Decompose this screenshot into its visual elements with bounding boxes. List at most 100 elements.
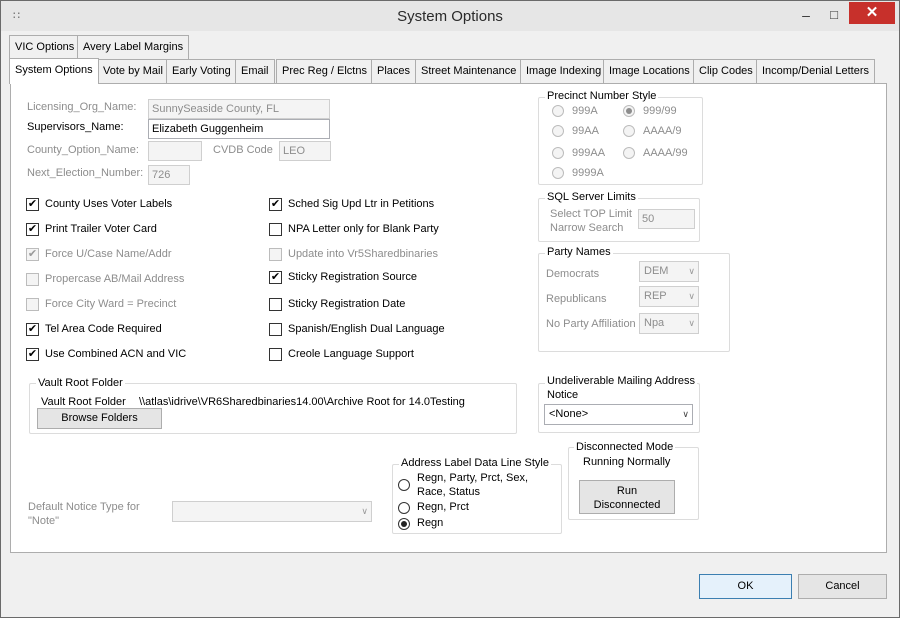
sql-limit-field[interactable]: 50 bbox=[638, 209, 695, 229]
address-label-regn-prct: Regn, Prct bbox=[417, 501, 469, 513]
sticky-registration-source-checkbox[interactable]: ✔ bbox=[269, 271, 282, 284]
tab-places[interactable]: Places bbox=[371, 59, 417, 83]
update-into-vr5-label: Update into Vr5Sharedbinaries bbox=[288, 248, 439, 260]
system-options-window: ∷ System Options – □ ✕ VIC Options Avery… bbox=[0, 0, 900, 618]
no-party-value: Npa bbox=[644, 317, 665, 329]
cancel-button[interactable]: Cancel bbox=[798, 574, 887, 599]
chevron-down-icon: ∨ bbox=[688, 266, 695, 276]
sched-sig-upd-ltr-checkbox[interactable]: ✔ bbox=[269, 198, 282, 211]
tel-area-code-required-checkbox[interactable]: ✔ bbox=[26, 323, 39, 336]
force-ucase-name-addr-label: Force U/Case Name/Addr bbox=[45, 248, 172, 260]
tab-vote-by-mail[interactable]: Vote by Mail bbox=[97, 59, 169, 83]
precinct-label-999aa: 999AA bbox=[572, 147, 606, 159]
run-disconnected-button[interactable]: Run Disconnected bbox=[579, 480, 675, 514]
republicans-combo[interactable]: REP ∨ bbox=[639, 286, 699, 307]
address-label-title: Address Label Data Line Style bbox=[399, 457, 551, 469]
creole-language-checkbox[interactable] bbox=[269, 348, 282, 361]
narrow-search-label: Narrow Search bbox=[550, 222, 624, 234]
democrats-value: DEM bbox=[644, 265, 669, 277]
sql-limits-title: SQL Server Limits bbox=[545, 191, 638, 203]
precinct-radio-aaaa-9[interactable] bbox=[623, 125, 635, 137]
precinct-radio-aaaa-99[interactable] bbox=[623, 147, 635, 159]
npa-letter-blank-party-label: NPA Letter only for Blank Party bbox=[288, 223, 439, 235]
tel-area-code-required-label: Tel Area Code Required bbox=[45, 323, 162, 335]
default-notice-combo[interactable]: ∨ bbox=[172, 501, 372, 522]
county-option-label: County_Option_Name: bbox=[27, 144, 139, 156]
republicans-label: Republicans bbox=[546, 293, 607, 305]
party-names-title: Party Names bbox=[545, 246, 613, 258]
tab-street-maintenance[interactable]: Street Maintenance bbox=[415, 59, 523, 83]
sticky-registration-date-checkbox[interactable] bbox=[269, 298, 282, 311]
undeliverable-value: <None> bbox=[549, 408, 589, 420]
county-option-field[interactable] bbox=[148, 141, 202, 161]
precinct-radio-99aa[interactable] bbox=[552, 125, 564, 137]
tab-system-options[interactable]: System Options bbox=[9, 58, 99, 84]
tab-prec-reg-elctns[interactable]: Prec Reg / Elctns bbox=[276, 59, 373, 83]
democrats-combo[interactable]: DEM ∨ bbox=[639, 261, 699, 282]
default-notice-label-line2: "Note" bbox=[28, 515, 60, 527]
address-label-full-line2: Race, Status bbox=[417, 486, 480, 498]
precinct-radio-9999a[interactable] bbox=[552, 167, 564, 179]
precinct-label-aaaa-9: AAAA/9 bbox=[643, 125, 682, 137]
address-radio-regn[interactable] bbox=[398, 518, 410, 530]
system-options-panel: Licensing_Org_Name: SunnySeaside County,… bbox=[10, 83, 887, 553]
sticky-registration-source-label: Sticky Registration Source bbox=[288, 271, 417, 283]
cvdb-code-field[interactable]: LEO bbox=[279, 141, 331, 161]
update-into-vr5-checkbox[interactable] bbox=[269, 248, 282, 261]
address-radio-regn-prct[interactable] bbox=[398, 502, 410, 514]
tab-image-locations[interactable]: Image Locations bbox=[603, 59, 696, 83]
next-election-field[interactable]: 726 bbox=[148, 165, 190, 185]
licensing-org-label: Licensing_Org_Name: bbox=[27, 101, 137, 113]
disconnected-title: Disconnected Mode bbox=[574, 441, 676, 453]
npa-letter-blank-party-checkbox[interactable] bbox=[269, 223, 282, 236]
tab-clip-codes[interactable]: Clip Codes bbox=[693, 59, 759, 83]
tab-avery-label-margins[interactable]: Avery Label Margins bbox=[77, 35, 190, 59]
print-trailer-voter-card-label: Print Trailer Voter Card bbox=[45, 223, 157, 235]
run-disconnected-line2: Disconnected bbox=[593, 499, 661, 511]
address-radio-full[interactable] bbox=[398, 479, 410, 491]
county-uses-voter-labels-checkbox[interactable]: ✔ bbox=[26, 198, 39, 211]
default-notice-label-line1: Default Notice Type for bbox=[28, 501, 140, 513]
select-top-limit-label: Select TOP Limit bbox=[550, 208, 632, 220]
creole-language-label: Creole Language Support bbox=[288, 348, 414, 360]
democrats-label: Democrats bbox=[546, 268, 600, 280]
precinct-radio-999aa[interactable] bbox=[552, 147, 564, 159]
tab-early-voting[interactable]: Early Voting bbox=[166, 59, 237, 83]
tab-image-indexing[interactable]: Image Indexing bbox=[520, 59, 608, 83]
vault-root-path: \\atlas\idrive\VR6Sharedbinaries14.00\Ar… bbox=[139, 396, 465, 408]
no-party-affiliation-label: No Party Affiliation bbox=[546, 318, 636, 330]
precinct-label-99aa: 99AA bbox=[572, 125, 599, 137]
browse-folders-button[interactable]: Browse Folders bbox=[37, 408, 162, 429]
undeliverable-title-line1: Undeliverable Mailing Address bbox=[545, 375, 697, 387]
propercase-ab-mail-checkbox[interactable] bbox=[26, 273, 39, 286]
propercase-ab-mail-label: Propercase AB/Mail Address bbox=[45, 273, 185, 285]
spanish-english-dual-label: Spanish/English Dual Language bbox=[288, 323, 445, 335]
republicans-value: REP bbox=[644, 290, 667, 302]
no-party-combo[interactable]: Npa ∨ bbox=[639, 313, 699, 334]
precinct-style-title: Precinct Number Style bbox=[545, 90, 659, 102]
force-ucase-name-addr-checkbox[interactable]: ✔ bbox=[26, 248, 39, 261]
tab-email[interactable]: Email bbox=[235, 59, 275, 83]
licensing-org-field[interactable]: SunnySeaside County, FL bbox=[148, 99, 330, 119]
force-city-ward-checkbox[interactable] bbox=[26, 298, 39, 311]
precinct-label-9999a: 9999A bbox=[572, 167, 604, 179]
title-bar[interactable]: ∷ System Options – □ ✕ bbox=[1, 1, 899, 31]
spanish-english-dual-checkbox[interactable] bbox=[269, 323, 282, 336]
close-button[interactable]: ✕ bbox=[849, 2, 895, 24]
next-election-label: Next_Election_Number: bbox=[27, 167, 144, 179]
tab-vic-options[interactable]: VIC Options bbox=[9, 35, 81, 59]
tab-incomp-denial-letters[interactable]: Incomp/Denial Letters bbox=[756, 59, 875, 83]
maximize-button[interactable]: □ bbox=[821, 5, 847, 25]
undeliverable-combo[interactable]: <None> ∨ bbox=[544, 404, 693, 425]
precinct-radio-999a[interactable] bbox=[552, 105, 564, 117]
use-combined-acn-vic-checkbox[interactable]: ✔ bbox=[26, 348, 39, 361]
minimize-button[interactable]: – bbox=[793, 5, 819, 25]
address-label-regn: Regn bbox=[417, 517, 444, 529]
print-trailer-voter-card-checkbox[interactable]: ✔ bbox=[26, 223, 39, 236]
precinct-radio-999-99[interactable] bbox=[623, 105, 635, 117]
window-title: System Options bbox=[397, 8, 503, 25]
ok-button[interactable]: OK bbox=[699, 574, 792, 599]
undeliverable-title-line2: Notice bbox=[547, 389, 579, 401]
chevron-down-icon: ∨ bbox=[682, 409, 689, 419]
supervisors-name-field[interactable]: Elizabeth Guggenheim bbox=[148, 119, 330, 139]
